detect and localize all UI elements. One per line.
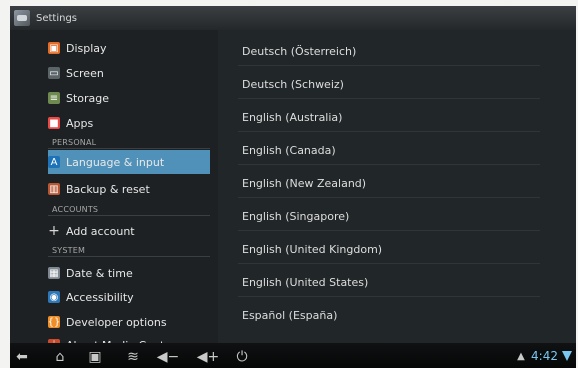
settings-item-storage[interactable]: ≡ Storage bbox=[48, 87, 109, 109]
volume-up-icon[interactable]: ◀+ bbox=[197, 344, 220, 368]
bottom-navigation-bar: ⬅ ⌂ ▣ ≋ ◀− ◀+ ⏻ ▲ 4:42 bbox=[10, 343, 576, 368]
settings-item-label: Date & time bbox=[66, 266, 133, 280]
settings-item-label: Apps bbox=[66, 116, 94, 130]
settings-item-screen[interactable]: ▭ Screen bbox=[48, 62, 104, 84]
language-option-deutsch-schweiz[interactable]: Deutsch (Schweiz) bbox=[242, 78, 344, 91]
settings-item-developer-options[interactable]: {} Developer options bbox=[48, 311, 167, 333]
language-option-english-australia[interactable]: English (Australia) bbox=[242, 111, 342, 124]
calendar-icon: ▦ bbox=[48, 267, 60, 279]
divider bbox=[238, 131, 540, 132]
settings-item-language-input[interactable]: A Language & input bbox=[48, 151, 164, 173]
section-system: SYSTEM bbox=[52, 246, 86, 255]
divider bbox=[238, 296, 540, 297]
settings-item-accessibility[interactable]: ◉ Accessibility bbox=[48, 286, 134, 308]
settings-item-add-account[interactable]: + Add account bbox=[48, 220, 135, 242]
add-icon: + bbox=[48, 223, 60, 239]
settings-item-label: Language & input bbox=[66, 155, 165, 169]
language-option-english-canada[interactable]: English (Canada) bbox=[242, 144, 336, 157]
developer-options-icon: {} bbox=[47, 316, 61, 328]
section-personal: PERSONAL bbox=[52, 138, 97, 147]
screen-icon: ▭ bbox=[48, 67, 60, 79]
clock-time: 4:42 bbox=[531, 349, 558, 363]
storage-icon: ≡ bbox=[48, 92, 60, 104]
language-option-english-united-kingdom[interactable]: English (United Kingdom) bbox=[242, 243, 382, 256]
accessibility-icon: ◉ bbox=[48, 291, 60, 303]
left-settings-pane: ▣ Display ▭ Screen ≡ Storage ■ Apps PERS… bbox=[10, 30, 218, 352]
language-list-pane: Deutsch (Österreich) Deutsch (Schweiz) E… bbox=[218, 30, 576, 343]
divider bbox=[48, 215, 210, 216]
settings-item-label: Developer options bbox=[66, 315, 167, 329]
settings-item-label: Accessibility bbox=[66, 290, 134, 304]
wifi-icon bbox=[562, 351, 572, 361]
settings-item-label: Storage bbox=[66, 91, 110, 105]
settings-item-backup-reset[interactable]: ▥ Backup & reset bbox=[48, 178, 150, 200]
settings-screen: Settings ▣ Display ▭ Screen ≡ Storage ■ … bbox=[10, 6, 576, 368]
back-icon[interactable]: ⬅ bbox=[12, 344, 32, 368]
backup-reset-icon: ▥ bbox=[48, 183, 60, 195]
divider bbox=[48, 256, 210, 257]
divider bbox=[238, 230, 540, 231]
app-title: Settings bbox=[36, 12, 78, 24]
language-option-espanol-espana[interactable]: Español (España) bbox=[242, 309, 337, 322]
divider bbox=[238, 65, 540, 66]
display-icon: ▣ bbox=[48, 42, 60, 54]
power-icon[interactable]: ⏻ bbox=[232, 344, 252, 368]
section-accounts: ACCOUNTS bbox=[52, 205, 99, 214]
menu-icon[interactable]: ≋ bbox=[123, 344, 143, 368]
divider bbox=[48, 148, 210, 149]
home-icon[interactable]: ⌂ bbox=[50, 344, 70, 368]
settings-item-label: Screen bbox=[66, 66, 104, 80]
volume-down-icon[interactable]: ◀− bbox=[157, 344, 180, 368]
settings-item-display[interactable]: ▣ Display bbox=[48, 37, 107, 59]
title-bar: Settings bbox=[10, 6, 576, 31]
settings-app-icon bbox=[14, 10, 30, 26]
recent-apps-icon[interactable]: ▣ bbox=[85, 344, 105, 368]
divider bbox=[238, 197, 540, 198]
settings-item-date-time[interactable]: ▦ Date & time bbox=[48, 262, 133, 284]
settings-item-label: Display bbox=[66, 41, 107, 55]
settings-item-apps[interactable]: ■ Apps bbox=[48, 112, 93, 134]
settings-item-label: Backup & reset bbox=[66, 182, 150, 196]
language-icon: A bbox=[48, 156, 60, 168]
language-option-english-new-zealand[interactable]: English (New Zealand) bbox=[242, 177, 366, 190]
download-status-icon: ▲ bbox=[517, 351, 525, 362]
language-option-deutsch-osterreich[interactable]: Deutsch (Österreich) bbox=[242, 45, 356, 58]
apps-icon: ■ bbox=[48, 117, 60, 129]
language-option-english-singapore[interactable]: English (Singapore) bbox=[242, 210, 349, 223]
settings-item-label: Add account bbox=[66, 224, 135, 238]
divider bbox=[238, 164, 540, 165]
language-option-english-united-states[interactable]: English (United States) bbox=[242, 276, 368, 289]
divider bbox=[238, 263, 540, 264]
divider bbox=[238, 98, 540, 99]
